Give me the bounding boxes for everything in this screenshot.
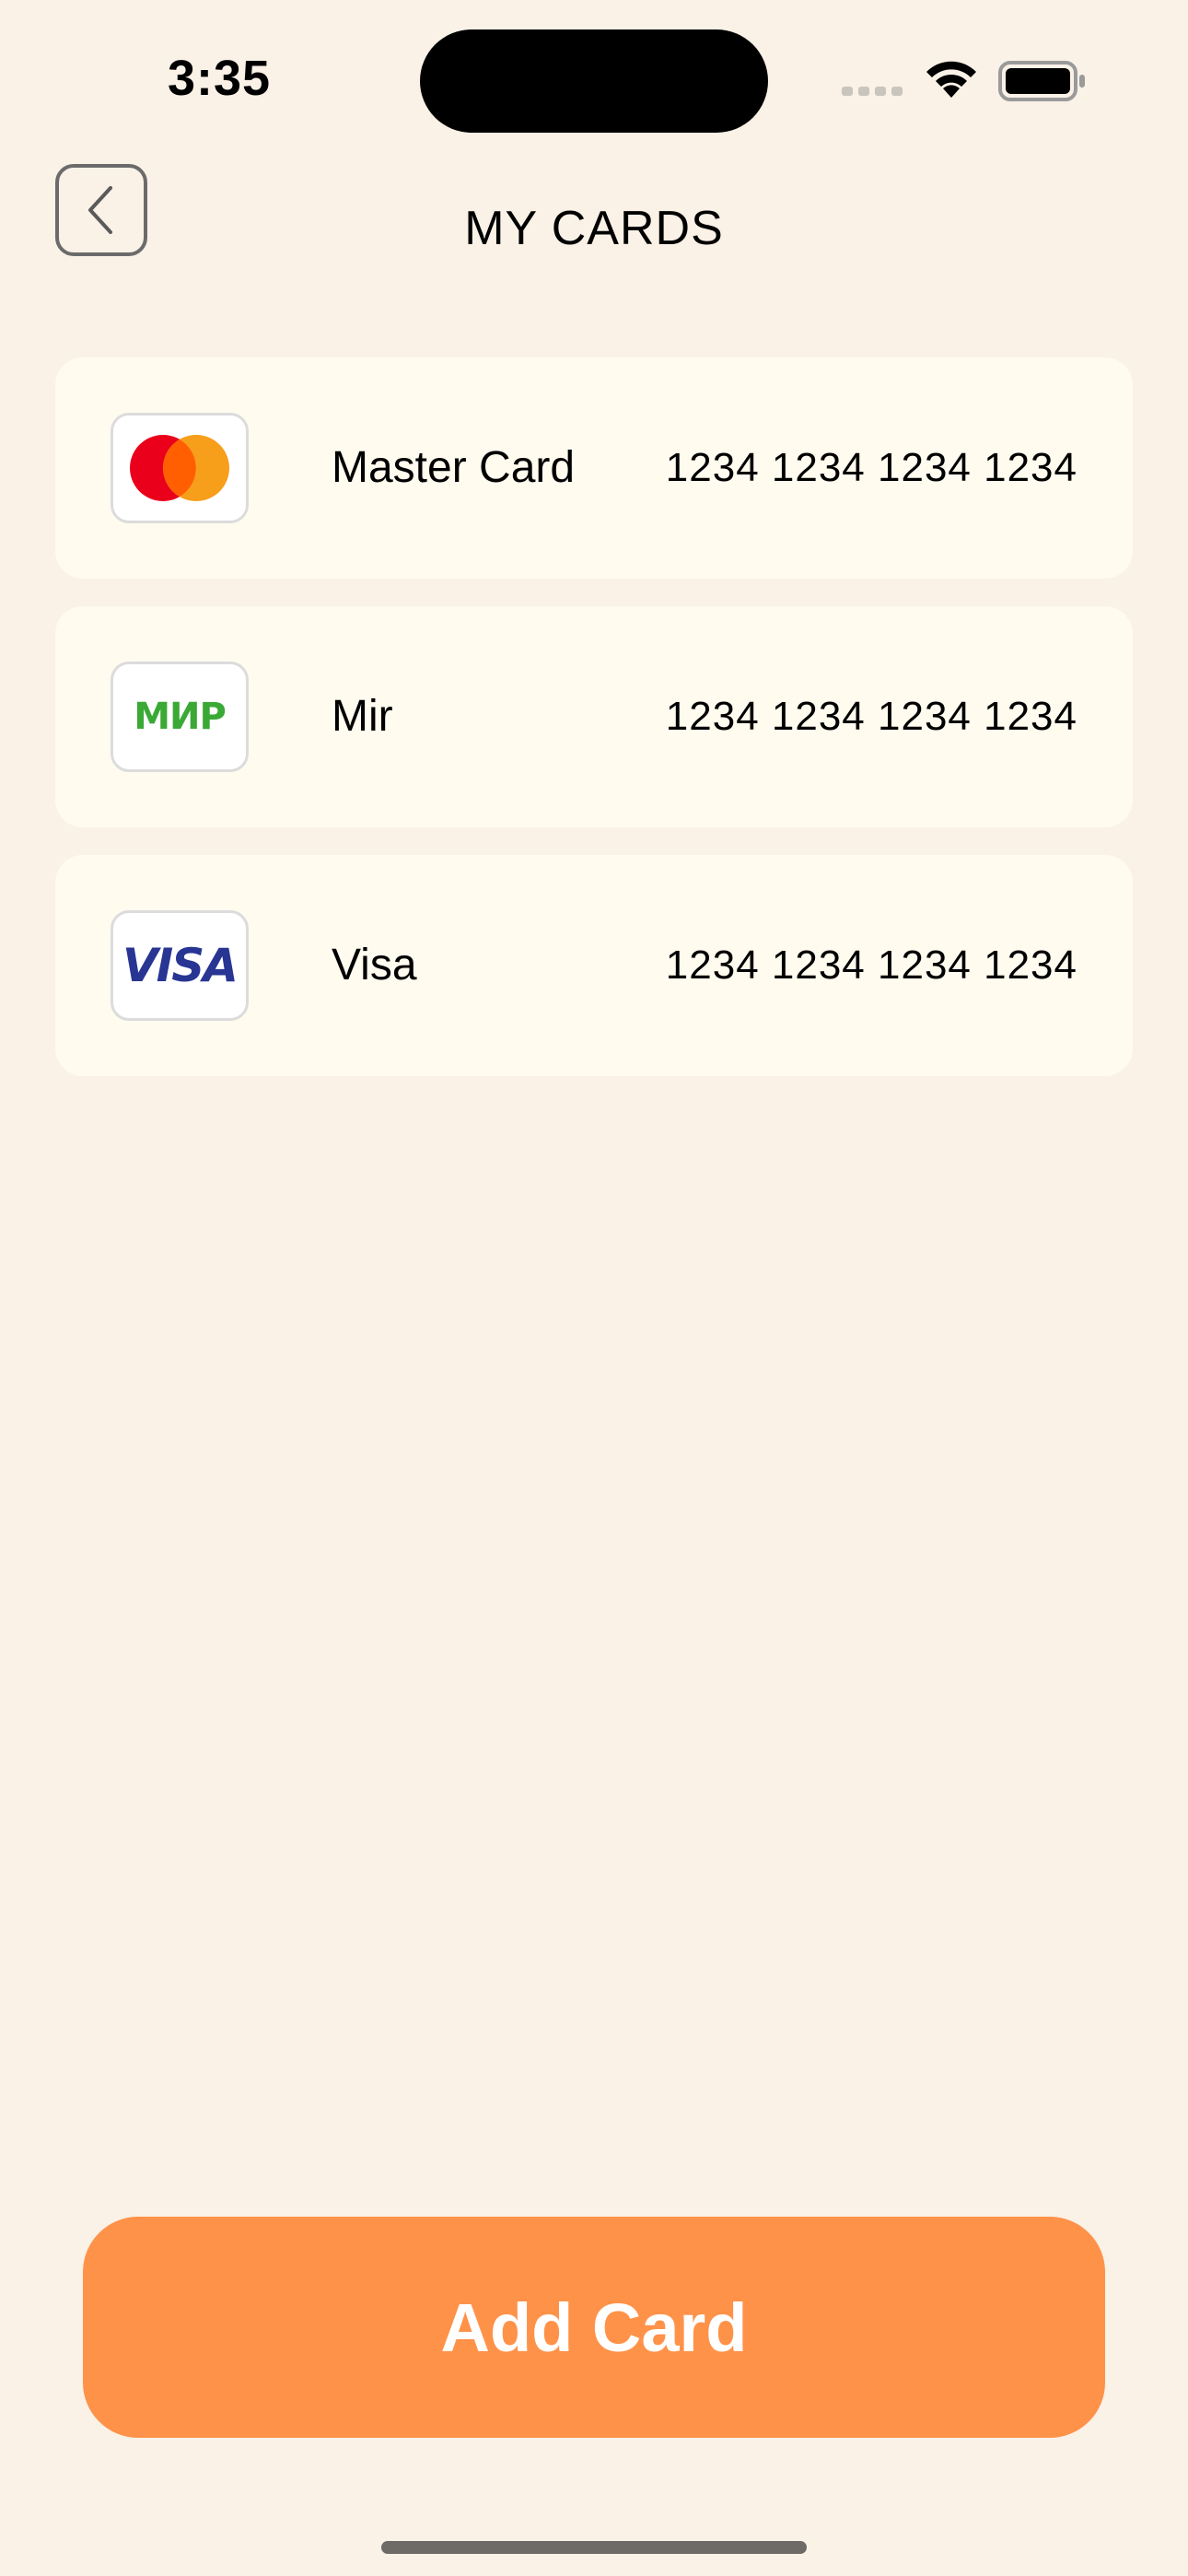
card-number: 1234 1234 1234 1234: [665, 694, 1077, 739]
card-item-mastercard[interactable]: Master Card 1234 1234 1234 1234: [55, 357, 1133, 579]
card-name: Mir: [332, 692, 393, 741]
mir-logo-text: МИР: [134, 696, 227, 738]
add-card-button[interactable]: Add Card: [83, 2217, 1105, 2438]
dynamic-island: [420, 29, 768, 133]
status-bar: 3:35: [0, 0, 1188, 147]
cellular-signal-icon: [842, 87, 903, 96]
visa-logo-text: VISA: [122, 939, 239, 992]
card-name: Master Card: [332, 443, 576, 492]
mastercard-logo: [111, 413, 249, 523]
card-item-visa[interactable]: VISA Visa 1234 1234 1234 1234: [55, 855, 1133, 1076]
battery-icon: [998, 61, 1085, 101]
mir-logo: МИР: [111, 662, 249, 772]
wifi-icon: [926, 61, 976, 98]
card-name: Visa: [332, 941, 417, 989]
home-indicator: [381, 2541, 807, 2554]
page-title: MY CARDS: [464, 202, 724, 255]
card-item-mir[interactable]: МИР Mir 1234 1234 1234 1234: [55, 606, 1133, 827]
card-number: 1234 1234 1234 1234: [665, 445, 1077, 490]
visa-logo: VISA: [111, 910, 249, 1021]
card-number: 1234 1234 1234 1234: [665, 943, 1077, 988]
status-time: 3:35: [168, 51, 272, 106]
